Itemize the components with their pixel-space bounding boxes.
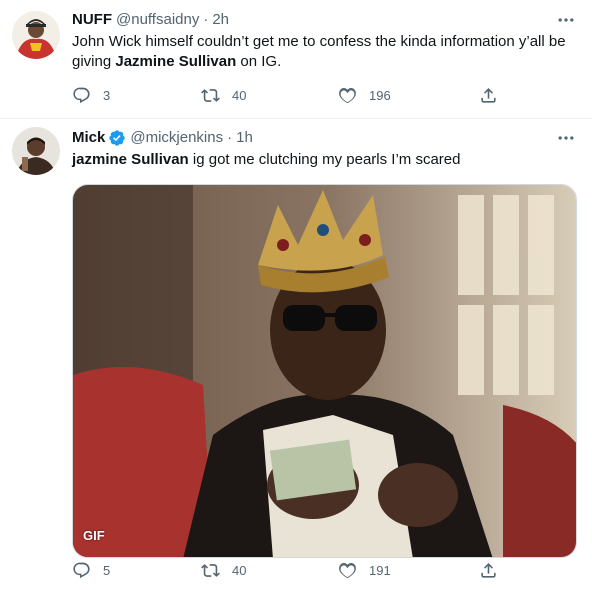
retweet-button[interactable]: 40 <box>201 86 246 105</box>
tweet[interactable]: Mick @mickjenkins · 1h jazmine Sullivan … <box>0 119 592 590</box>
like-button[interactable]: 196 <box>338 86 391 105</box>
separator: · <box>227 129 233 146</box>
more-icon[interactable] <box>556 128 576 148</box>
timestamp[interactable]: 2h <box>212 10 229 30</box>
like-button[interactable]: 191 <box>338 561 391 580</box>
tweet-actions: 3 40 196 <box>72 85 592 105</box>
share-button[interactable] <box>479 86 510 105</box>
tweet[interactable]: NUFF @nuffsaidny · 2h John Wick himself … <box>0 0 592 119</box>
tweet-actions: 5 40 191 <box>72 560 592 580</box>
author-name[interactable]: NUFF <box>72 10 112 30</box>
gif-media[interactable]: GIF <box>72 184 577 558</box>
author-handle[interactable]: @nuffsaidny <box>116 10 199 30</box>
verified-icon <box>109 130 126 146</box>
separator: · <box>203 11 209 28</box>
like-count: 196 <box>369 87 391 103</box>
author-name[interactable]: Mick <box>72 128 105 148</box>
reply-count: 3 <box>103 87 111 103</box>
avatar[interactable] <box>12 127 60 175</box>
reply-icon <box>73 87 90 103</box>
share-icon <box>481 87 496 103</box>
like-count: 191 <box>369 562 391 578</box>
retweet-icon <box>201 88 220 102</box>
retweet-button[interactable]: 40 <box>201 561 246 580</box>
tweet-header: Mick @mickjenkins · 1h <box>72 128 576 148</box>
tweet-text-end: on IG. <box>236 53 282 70</box>
reply-icon <box>73 562 90 578</box>
like-icon <box>339 87 356 103</box>
gif-image <box>73 185 576 557</box>
author-handle[interactable]: @mickjenkins <box>130 128 223 148</box>
reply-button[interactable]: 3 <box>72 86 110 105</box>
share-icon <box>481 562 496 578</box>
reply-count: 5 <box>103 562 111 578</box>
tweet-content: NUFF @nuffsaidny · 2h John Wick himself … <box>72 10 576 72</box>
timestamp[interactable]: 1h <box>236 128 253 148</box>
reply-button[interactable]: 5 <box>72 561 110 580</box>
more-icon[interactable] <box>556 10 576 30</box>
retweet-count: 40 <box>232 562 247 578</box>
share-button[interactable] <box>479 561 510 580</box>
tweet-text-bold: jazmine Sullivan <box>72 151 189 168</box>
retweet-icon <box>201 563 220 577</box>
tweet-text-bold: Jazmine Sullivan <box>115 53 237 70</box>
tweet-text: John Wick himself couldn’t get me to con… <box>72 32 576 72</box>
retweet-count: 40 <box>232 87 247 103</box>
like-icon <box>339 562 356 578</box>
tweet-text: jazmine Sullivan ig got me clutching my … <box>72 150 576 170</box>
avatar[interactable] <box>12 11 60 59</box>
gif-badge: GIF <box>83 528 105 543</box>
tweet-content: Mick @mickjenkins · 1h jazmine Sullivan … <box>72 128 577 558</box>
tweet-text-plain: ig got me clutching my pearls I’m scared <box>188 151 461 168</box>
tweet-header: NUFF @nuffsaidny · 2h <box>72 10 576 30</box>
